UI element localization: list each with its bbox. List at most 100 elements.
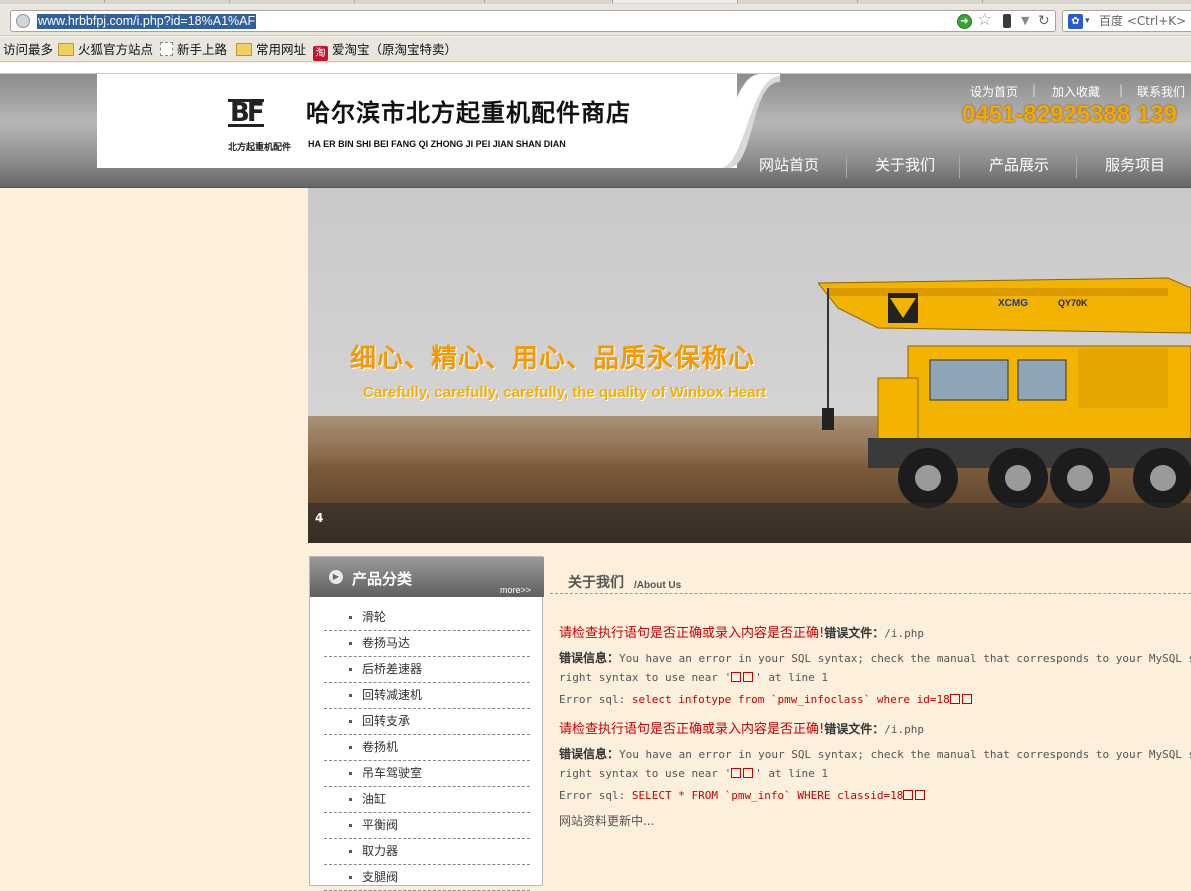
tab[interactable] [0, 0, 105, 3]
updating-notice: 网站资料更新中... [559, 814, 655, 828]
category-item[interactable]: 回转支承 [324, 709, 530, 735]
url-bar[interactable]: www.hrbbfpj.com/i.php?id=18%A1%AF ➜ ☆ ▼ … [10, 10, 1056, 32]
missing-glyph-icon [743, 768, 754, 778]
tab[interactable] [105, 0, 230, 3]
slide-number[interactable]: 4 [315, 511, 323, 525]
error-heading: 请检查执行语句是否正确或录入内容是否正确! [559, 722, 825, 737]
tab[interactable] [485, 0, 613, 3]
category-label: 卷扬机 [362, 740, 399, 754]
folder-icon [236, 43, 252, 56]
nav-services[interactable]: 服务项目 [1105, 156, 1165, 174]
url-dropdown-icon[interactable]: ▼ [1021, 12, 1029, 30]
category-item[interactable]: 取力器 [324, 839, 530, 865]
link-separator: | [1032, 83, 1037, 97]
bookmark-label: 访问最多 [3, 42, 54, 57]
category-item[interactable]: 平衡阀 [324, 813, 530, 839]
category-label: 卷扬马达 [362, 636, 411, 650]
phone-number: 0451-82925388 139 [962, 101, 1177, 128]
banner-slogan: 细心、精心、用心、品质永保称心 [350, 344, 756, 374]
site-title[interactable]: 哈尔滨市北方起重机配件商店 [306, 93, 631, 128]
error-sql-line: Error sql: select infotype from `pmw_inf… [559, 693, 974, 706]
category-item[interactable]: 支腿阀 [324, 865, 530, 891]
error-file: /i.php [884, 627, 924, 640]
error-heading-line: 请检查执行语句是否正确或录入内容是否正确!错误文件：/i.php [559, 622, 924, 641]
section-title: 关于我们 [568, 575, 624, 591]
hero-banner[interactable]: 细心、精心、用心、品质永保称心 Carefully, carefully, ca… [308, 188, 1191, 543]
category-item[interactable]: 滑轮 [324, 605, 530, 631]
error-sql: SELECT * FROM `pmw_info` WHERE classid=1… [631, 789, 904, 802]
add-favorite-link[interactable]: 加入收藏 [1052, 83, 1100, 100]
category-label: 回转减速机 [362, 688, 423, 702]
bookmark-label: 爱淘宝（原淘宝特卖） [332, 42, 458, 57]
set-homepage-link[interactable]: 设为首页 [970, 83, 1018, 100]
tab[interactable] [738, 0, 858, 3]
banner-slogan-en: Carefully, carefully, carefully, the qua… [363, 384, 767, 401]
bookmark-label: 火狐官方站点 [78, 42, 154, 57]
category-label: 支腿阀 [362, 870, 399, 884]
error-file-label: 错误文件： [824, 722, 885, 736]
bookmark-taobao[interactable]: 淘爱淘宝（原淘宝特卖） [313, 42, 457, 61]
search-box[interactable]: ✿ ▾ 百度 <Ctrl+K> [1062, 10, 1191, 32]
bookmark-label: 常用网址 [256, 42, 307, 57]
site-title-pinyin: HA ER BIN SHI BEI FANG QI ZHONG JI PEI J… [308, 139, 566, 149]
about-section: 关于我们 /About Us 请检查执行语句是否正确或录入内容是否正确!错误文件… [550, 560, 1191, 873]
error-info-text: ' at line 1 [755, 671, 829, 684]
header-curve-decoration [720, 74, 780, 168]
address-toolbar: www.hrbbfpj.com/i.php?id=18%A1%AF ➜ ☆ ▼ … [0, 4, 1191, 36]
error-file-label: 错误文件： [824, 626, 885, 640]
category-item[interactable]: 回转减速机 [324, 683, 530, 709]
bullet-icon [349, 824, 352, 827]
logo-mark[interactable]: BF [228, 96, 298, 130]
globe-icon [16, 14, 30, 28]
category-label: 后桥差速器 [362, 662, 423, 676]
bullet-icon [349, 772, 352, 775]
error-info-line-2: right syntax to use near ' ' at line 1 [559, 671, 828, 684]
missing-glyph-icon [915, 790, 926, 800]
go-arrow-icon[interactable]: ➜ [957, 14, 972, 29]
bookmark-firefox-site[interactable]: 火狐官方站点 [58, 42, 153, 57]
nav-about[interactable]: 关于我们 [875, 156, 935, 174]
error-heading-line: 请检查执行语句是否正确或录入内容是否正确!错误文件：/i.php [559, 718, 924, 737]
reload-icon[interactable]: ↻ [1038, 12, 1050, 30]
bookmark-getting-started[interactable]: 新手上路 [160, 42, 227, 57]
tab[interactable] [355, 0, 485, 3]
baidu-paw-icon[interactable]: ✿ [1068, 14, 1083, 29]
bookmark-most-visited[interactable]: 访问最多 [3, 42, 53, 57]
bookmark-common-sites[interactable]: 常用网址 [236, 42, 306, 57]
link-separator: | [1119, 83, 1124, 97]
category-item[interactable]: 卷扬马达 [324, 631, 530, 657]
nav-products[interactable]: 产品展示 [989, 156, 1049, 174]
missing-glyph-icon [949, 694, 960, 704]
bullet-icon [349, 668, 352, 671]
product-category-panel: ▶ 产品分类 more>> 滑轮 卷扬马达 后桥差速器 回转减速机 回转支承 卷… [309, 556, 544, 891]
category-label: 回转支承 [362, 714, 411, 728]
error-info-line: 错误信息：You have an error in your SQL synta… [559, 745, 1191, 762]
category-item[interactable]: 油缸 [324, 787, 530, 813]
tab[interactable] [858, 0, 983, 3]
mobile-icon[interactable] [1003, 14, 1011, 28]
category-item[interactable]: 吊车驾驶室 [324, 761, 530, 787]
tab-active[interactable] [613, 0, 738, 3]
bookmarks-toolbar: 访问最多 火狐官方站点 新手上路 常用网址 淘爱淘宝（原淘宝特卖） [0, 37, 1191, 62]
missing-glyph-icon [731, 672, 742, 682]
error-file: /i.php [884, 723, 924, 736]
search-engine-dropdown-icon[interactable]: ▾ [1085, 13, 1090, 29]
error-sql-line: Error sql: SELECT * FROM `pmw_info` WHER… [559, 789, 927, 802]
search-placeholder[interactable]: 百度 <Ctrl+K> [1099, 13, 1186, 29]
category-label: 油缸 [362, 792, 387, 806]
nav-home[interactable]: 网站首页 [759, 156, 819, 174]
tab[interactable] [230, 0, 355, 3]
category-label: 滑轮 [362, 610, 387, 624]
category-item[interactable]: 卷扬机 [324, 735, 530, 761]
error-info-text: right syntax to use near ' [559, 671, 732, 684]
contact-link[interactable]: 联系我们 [1137, 83, 1185, 100]
category-list: 滑轮 卷扬马达 后桥差速器 回转减速机 回转支承 卷扬机 吊车驾驶室 油缸 平衡… [324, 605, 530, 891]
more-link[interactable]: more>> [500, 585, 531, 595]
missing-glyph-icon [743, 672, 754, 682]
bookmark-star-icon[interactable]: ☆ [977, 11, 992, 30]
category-item[interactable]: 后桥差速器 [324, 657, 530, 683]
logo-mark-text: BF [228, 98, 265, 128]
section-subtitle: /About Us [634, 580, 682, 591]
category-label: 取力器 [362, 844, 399, 858]
url-text[interactable]: www.hrbbfpj.com/i.php?id=18%A1%AF [37, 14, 257, 29]
